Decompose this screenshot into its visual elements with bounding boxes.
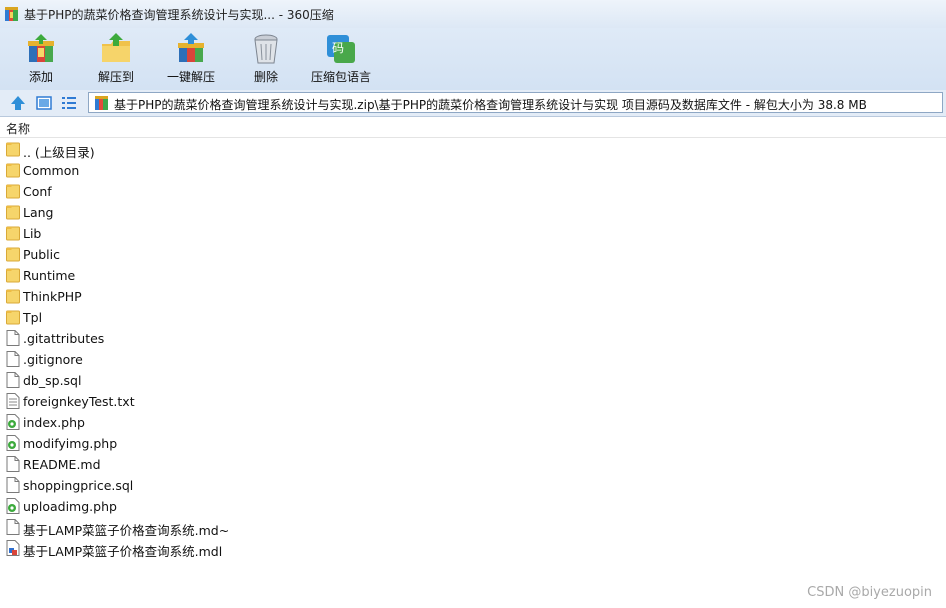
delete-trash-icon [254, 34, 278, 64]
file-name: db_sp.sql [23, 373, 82, 388]
delete-button-label: 删除 [253, 70, 278, 84]
archive-language-button[interactable]: 码 压缩包语言 [310, 28, 372, 90]
folder-icon [6, 142, 20, 157]
file-list: .. (上级目录) Common Conf Lang Lib Public Runtime T… [0, 139, 946, 559]
file-icon [6, 372, 20, 388]
folder-row[interactable]: Lib [0, 223, 946, 244]
add-archive-icon [28, 34, 54, 62]
file-icon [6, 477, 20, 493]
extract-to-icon [102, 33, 130, 62]
file-name: Tpl [23, 310, 43, 325]
text-file-icon [6, 393, 20, 409]
current-path: 基于PHP的蔬菜价格查询管理系统设计与实现.zip\基于PHP的蔬菜价格查询管理… [114, 98, 867, 112]
file-name: 基于LAMP菜篮子价格查询系统.md~ [23, 523, 230, 538]
column-header-row: 名称 [0, 117, 946, 138]
thumbnail-view-icon[interactable] [36, 95, 52, 111]
navigation-bar: 基于PHP的蔬菜价格查询管理系统设计与实现.zip\基于PHP的蔬菜价格查询管理… [0, 90, 946, 117]
folder-icon [6, 289, 20, 304]
file-row[interactable]: db_sp.sql [0, 370, 946, 391]
folder-row[interactable]: Runtime [0, 265, 946, 286]
file-row[interactable]: modifyimg.php [0, 433, 946, 454]
file-name: README.md [23, 457, 101, 472]
file-row[interactable]: foreignkeyTest.txt [0, 391, 946, 412]
file-name: Common [23, 163, 80, 178]
extract-to-button[interactable]: 解压到 [86, 28, 146, 90]
mdl-file-icon [6, 540, 20, 556]
file-name: shoppingprice.sql [23, 478, 134, 493]
file-name: ThinkPHP [23, 289, 82, 304]
folder-row[interactable]: Conf [0, 181, 946, 202]
folder-row[interactable]: Tpl [0, 307, 946, 328]
file-name: index.php [23, 415, 85, 430]
file-name: Conf [23, 184, 52, 199]
archive-file-icon [95, 96, 108, 110]
folder-icon [6, 268, 20, 283]
folder-icon [6, 163, 20, 178]
file-row[interactable]: .gitattributes [0, 328, 946, 349]
title-bar: 基于PHP的蔬菜价格查询管理系统设计与实现... - 360压缩 [0, 0, 946, 28]
archive-language-icon: 码 [327, 35, 355, 63]
folder-icon [6, 205, 20, 220]
php-file-icon [6, 435, 20, 451]
file-icon [6, 330, 20, 346]
folder-row[interactable]: .. (上级目录) [0, 139, 946, 160]
folder-row[interactable]: Common [0, 160, 946, 181]
folder-icon [6, 226, 20, 241]
file-name: Public [23, 247, 60, 262]
file-row[interactable]: shoppingprice.sql [0, 475, 946, 496]
window-title: 基于PHP的蔬菜价格查询管理系统设计与实现... - 360压缩 [24, 8, 334, 22]
file-row[interactable]: README.md [0, 454, 946, 475]
path-address-bar[interactable]: 基于PHP的蔬菜价格查询管理系统设计与实现.zip\基于PHP的蔬菜价格查询管理… [88, 92, 943, 113]
one-click-extract-icon [178, 33, 204, 62]
folder-row[interactable]: Lang [0, 202, 946, 223]
file-name: modifyimg.php [23, 436, 118, 451]
file-name: foreignkeyTest.txt [23, 394, 135, 409]
add-button-label: 添加 [28, 70, 53, 84]
archive-app-icon [5, 7, 18, 21]
delete-button[interactable]: 删除 [236, 28, 296, 90]
archive-language-button-label: 压缩包语言 [310, 70, 371, 84]
column-header-name[interactable]: 名称 [6, 120, 30, 137]
file-row[interactable]: .gitignore [0, 349, 946, 370]
file-name: Lang [23, 205, 54, 220]
toolbar: 添加 解压到 一键解压 删除 码 压缩包语言 [0, 28, 946, 90]
file-name: .gitattributes [23, 331, 105, 346]
folder-icon [6, 310, 20, 325]
file-row[interactable]: index.php [0, 412, 946, 433]
php-file-icon [6, 498, 20, 514]
file-name: .. (上级目录) [23, 145, 95, 160]
svg-text:码: 码 [332, 41, 344, 55]
add-button[interactable]: 添加 [11, 28, 71, 90]
watermark: CSDN @biyezuopin [807, 585, 932, 600]
file-name: Lib [23, 226, 42, 241]
file-icon [6, 351, 20, 367]
one-click-extract-button-label: 一键解压 [166, 70, 215, 84]
folder-icon [6, 184, 20, 199]
file-row[interactable]: 基于LAMP菜篮子价格查询系统.md~ [0, 517, 946, 538]
file-name: uploadimg.php [23, 499, 117, 514]
file-name: .gitignore [23, 352, 83, 367]
list-view-icon[interactable] [61, 95, 77, 111]
file-icon [6, 519, 20, 535]
folder-row[interactable]: ThinkPHP [0, 286, 946, 307]
file-name: 基于LAMP菜篮子价格查询系统.mdl [23, 544, 223, 559]
file-name: Runtime [23, 268, 76, 283]
one-click-extract-button[interactable]: 一键解压 [161, 28, 221, 90]
up-arrow-icon[interactable] [10, 95, 26, 111]
file-icon [6, 456, 20, 472]
extract-to-button-label: 解压到 [97, 70, 134, 84]
folder-row[interactable]: Public [0, 244, 946, 265]
file-row[interactable]: 基于LAMP菜篮子价格查询系统.mdl [0, 538, 946, 559]
folder-icon [6, 247, 20, 262]
php-file-icon [6, 414, 20, 430]
file-row[interactable]: uploadimg.php [0, 496, 946, 517]
